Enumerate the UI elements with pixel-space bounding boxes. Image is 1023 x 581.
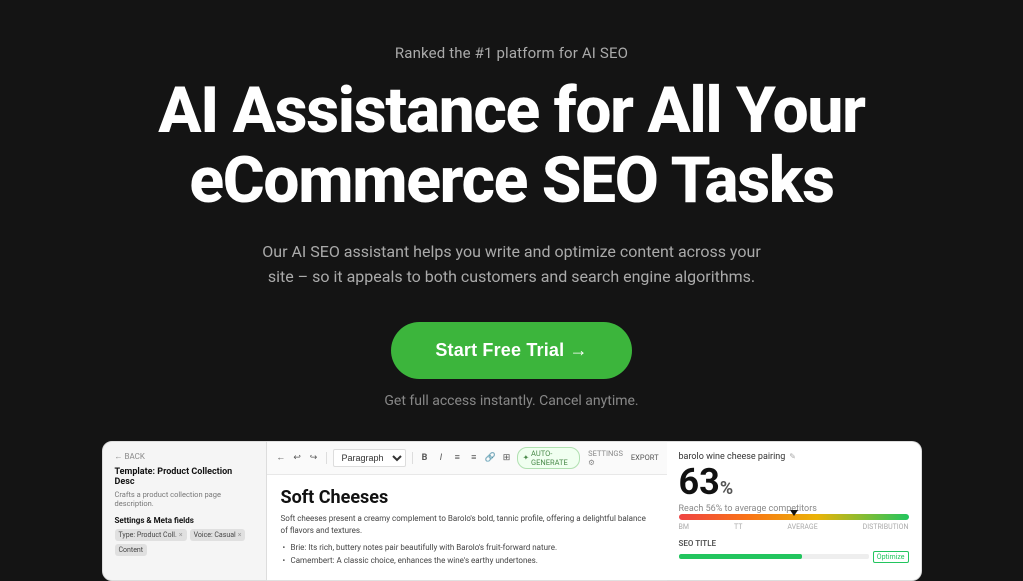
settings-section-label: Settings & Meta fields xyxy=(115,516,254,525)
bold-icon[interactable]: B xyxy=(418,450,430,466)
editor-heading: Soft Cheeses xyxy=(281,487,653,508)
hero-section: Ranked the #1 platform for AI SEO AI Ass… xyxy=(0,0,1023,441)
settings-button[interactable]: SETTINGS ⚙ xyxy=(588,449,623,467)
editor-bullet-1: Brie: Its rich, buttery notes pair beaut… xyxy=(281,542,653,555)
back-icon[interactable]: ← xyxy=(275,450,287,466)
score-bar xyxy=(679,514,909,520)
tag-list: Type: Product Coll. × Voice: Casual × Co… xyxy=(115,529,254,556)
editor-panel: ← ↩ ↪ Paragraph B I ≡ ≡ 🔗 ⊞ ✦ AUTO-GENER… xyxy=(267,441,667,581)
score-labels: BM TT AVERAGE DISTRIBUTION xyxy=(679,523,909,531)
template-subtitle: Crafts a product collection page descrip… xyxy=(115,490,254,508)
auto-generate-label: AUTO-GENERATE xyxy=(531,449,574,467)
seo-section-title: SEO TITLE xyxy=(679,539,909,548)
auto-generate-badge[interactable]: ✦ AUTO-GENERATE xyxy=(517,447,580,469)
score-marker xyxy=(790,510,798,516)
start-trial-button[interactable]: Start Free Trial → xyxy=(391,322,631,379)
tag-label: Type: Product Coll. xyxy=(119,531,177,539)
tag-voice[interactable]: Voice: Casual × xyxy=(190,529,246,541)
main-heading: AI Assistance for All Your eCommerce SEO… xyxy=(158,76,864,217)
seo-title-row: Optimize xyxy=(679,551,909,563)
ordered-list-icon[interactable]: ≡ xyxy=(468,450,480,466)
separator xyxy=(326,452,327,464)
analytics-score: 63% xyxy=(679,464,909,500)
hero-subtitle: Our AI SEO assistant helps you write and… xyxy=(252,239,772,290)
undo-icon[interactable]: ↩ xyxy=(291,450,303,466)
back-link[interactable]: ← BACK xyxy=(115,452,254,461)
tag-remove-icon[interactable]: × xyxy=(179,531,183,539)
score-label-dist: DISTRIBUTION xyxy=(863,523,909,531)
ranked-badge: Ranked the #1 platform for AI SEO xyxy=(395,44,628,62)
editor-bullet-2: Camembert: A classic choice, enhances th… xyxy=(281,555,653,568)
table-icon[interactable]: ⊞ xyxy=(500,450,512,466)
editor-content[interactable]: Soft Cheeses Soft cheeses present a crea… xyxy=(267,475,667,580)
score-label-tt: TT xyxy=(734,523,742,531)
template-panel: ← BACK Template: Product Collection Desc… xyxy=(102,441,267,581)
style-dropdown[interactable]: Paragraph xyxy=(333,449,406,467)
seo-score-fill xyxy=(679,554,803,559)
tag-content: Content xyxy=(115,544,148,556)
separator xyxy=(412,452,413,464)
cta-sub-text: Get full access instantly. Cancel anytim… xyxy=(384,393,638,409)
tag-label: Voice: Casual xyxy=(194,531,236,539)
tag-remove-icon[interactable]: × xyxy=(238,531,242,539)
score-label-avg: AVERAGE xyxy=(787,523,817,531)
analytics-panel: barolo wine cheese pairing ✎ 63% Reach 5… xyxy=(667,441,922,581)
edit-icon[interactable]: ✎ xyxy=(789,452,796,461)
optimize-button[interactable]: Optimize xyxy=(873,551,909,563)
unordered-list-icon[interactable]: ≡ xyxy=(451,450,463,466)
export-button[interactable]: EXPORT xyxy=(631,453,659,462)
auto-generate-icon: ✦ xyxy=(523,453,529,462)
template-title: Template: Product Collection Desc xyxy=(115,467,254,487)
tag-label: Content xyxy=(119,546,144,554)
score-label-low: BM xyxy=(679,523,689,531)
tag-product[interactable]: Type: Product Coll. × xyxy=(115,529,187,541)
editor-paragraph: Soft cheeses present a creamy complement… xyxy=(281,513,653,537)
italic-icon[interactable]: I xyxy=(435,450,447,466)
link-icon[interactable]: 🔗 xyxy=(484,450,496,466)
redo-icon[interactable]: ↪ xyxy=(307,450,319,466)
editor-toolbar: ← ↩ ↪ Paragraph B I ≡ ≡ 🔗 ⊞ ✦ AUTO-GENER… xyxy=(267,442,667,475)
seo-score-bar xyxy=(679,554,869,559)
preview-container: ← BACK Template: Product Collection Desc… xyxy=(102,441,922,581)
